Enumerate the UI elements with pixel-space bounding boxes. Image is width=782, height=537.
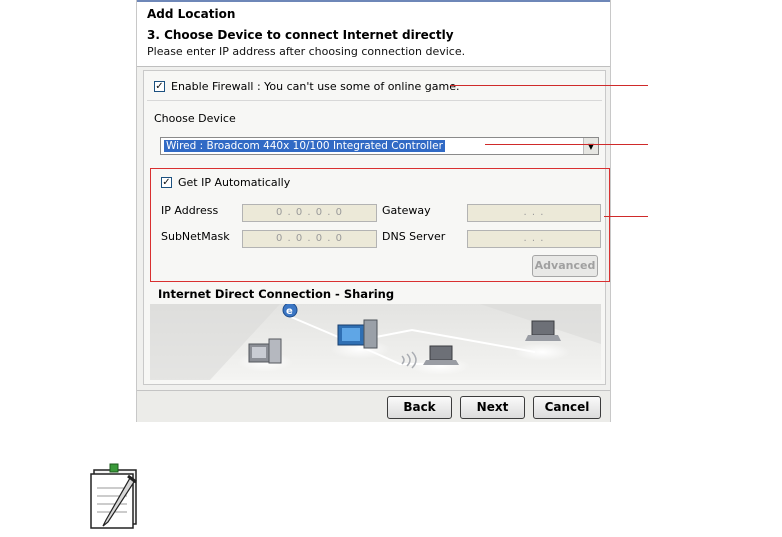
sharing-title: Internet Direct Connection - Sharing [158,287,395,301]
step-heading: 3. Choose Device to connect Internet dir… [147,28,454,42]
add-location-dialog: Add Location 3. Choose Device to connect… [136,0,611,422]
ip-settings-group: ✓ Get IP Automatically IP Address 0 . 0 … [150,168,610,282]
firewall-checkbox[interactable]: ✓ [154,81,165,92]
dns-server-label: DNS Server [382,230,446,243]
get-ip-auto-label: Get IP Automatically [178,176,291,189]
subnet-mask-label: SubNetMask [161,230,230,243]
device-select[interactable]: Wired : Broadcom 440x 10/100 Integrated … [160,137,599,155]
step-description: Please enter IP address after choosing c… [147,45,466,58]
dropdown-arrow-icon[interactable]: ▼ [583,138,598,154]
annotation-line-ip [604,216,648,217]
notepad-pen-icon [90,463,137,529]
dns-server-field[interactable]: . . . [467,230,601,248]
annotation-line-firewall [450,85,648,86]
svg-text:e: e [286,306,293,317]
get-ip-auto-checkbox[interactable]: ✓ [161,177,172,188]
cancel-button[interactable]: Cancel [533,396,601,419]
firewall-label: Enable Firewall : You can't use some of … [171,80,460,93]
ip-address-field[interactable]: 0 . 0 . 0 . 0 [242,204,377,222]
dialog-header: Add Location 3. Choose Device to connect… [137,2,610,67]
gateway-label: Gateway [382,204,431,217]
ip-address-label: IP Address [161,204,219,217]
network-illustration: e [150,304,601,380]
get-ip-auto-option[interactable]: ✓ Get IP Automatically [161,176,290,189]
next-button[interactable]: Next [460,396,525,419]
back-button[interactable]: Back [387,396,452,419]
node-shadow [514,343,570,361]
dialog-title: Add Location [147,7,236,21]
subnet-mask-field[interactable]: 0 . 0 . 0 . 0 [242,230,377,248]
advanced-button[interactable]: Advanced [532,255,598,277]
device-selected-value: Wired : Broadcom 440x 10/100 Integrated … [164,140,445,152]
annotation-line-device [485,144,648,145]
content-panel: ✓ Enable Firewall : You can't use some o… [143,70,610,385]
firewall-option[interactable]: ✓ Enable Firewall : You can't use some o… [154,80,459,93]
separator [147,100,602,101]
internet-explorer-icon: e [282,304,298,318]
gateway-field[interactable]: . . . [467,204,601,222]
choose-device-label: Choose Device [154,112,236,125]
dialog-footer: Back Next Cancel [137,390,610,422]
